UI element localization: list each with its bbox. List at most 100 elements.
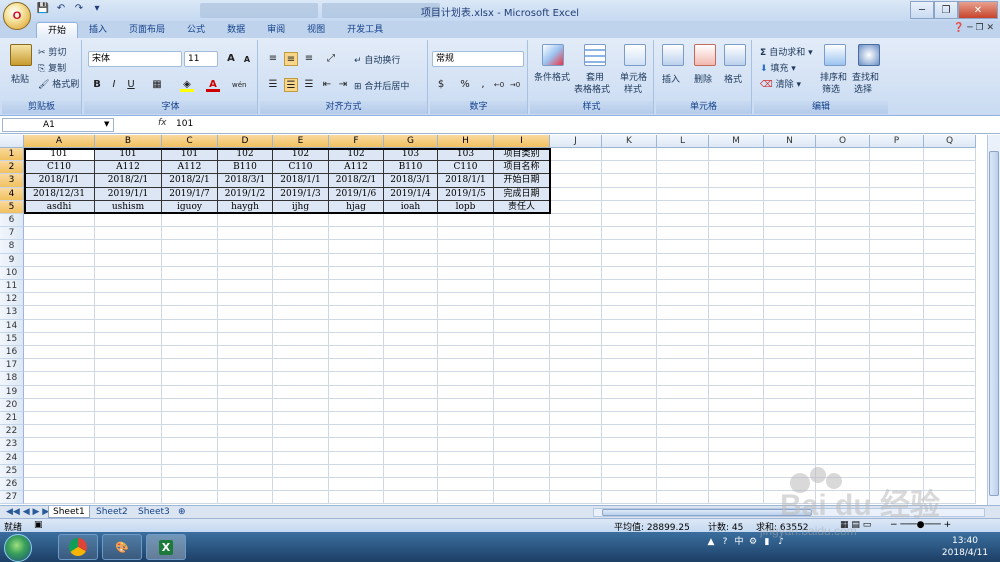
row-header[interactable]: 12 [0, 293, 24, 307]
cell-C21[interactable] [162, 412, 218, 426]
cell-I15[interactable] [494, 332, 550, 346]
cell-K21[interactable] [602, 412, 657, 426]
cell-A20[interactable] [24, 398, 95, 412]
cell-E22[interactable] [273, 425, 329, 439]
cut-button[interactable]: ✂ 剪切 [38, 45, 66, 58]
cell-A21[interactable] [24, 412, 95, 426]
cell-G25[interactable] [384, 464, 438, 478]
cell-G14[interactable] [384, 319, 438, 333]
cell-O10[interactable] [816, 266, 870, 280]
cell-P4[interactable] [870, 187, 924, 201]
cell-P9[interactable] [870, 253, 924, 267]
align-top-icon[interactable]: ≡ [266, 52, 280, 66]
cell-H25[interactable] [438, 464, 494, 478]
cell-B25[interactable] [95, 464, 162, 478]
ime-lang[interactable]: 中 [733, 536, 745, 548]
worksheet-grid[interactable]: ABCDEFGHIJKLMNOPQ 1 101 101 101 102 102 102 103… [0, 135, 987, 505]
cell-C25[interactable] [162, 464, 218, 478]
cell-N20[interactable] [764, 398, 816, 412]
cell-N17[interactable] [764, 359, 816, 373]
cell-F9[interactable] [329, 253, 384, 267]
cell-J12[interactable] [550, 293, 602, 307]
row-header[interactable]: 15 [0, 332, 24, 346]
sheet-tab-3[interactable]: Sheet3 [134, 506, 174, 518]
format-painter-button[interactable]: 🖌 格式刷 [38, 77, 79, 90]
copy-button[interactable]: ⎘ 复制 [38, 61, 66, 74]
delete-cells-icon[interactable] [694, 44, 716, 66]
cell-K13[interactable] [602, 306, 657, 320]
cell-Q7[interactable] [924, 227, 976, 241]
cell-G19[interactable] [384, 385, 438, 399]
clear-button[interactable]: ⌫ 清除 ▾ [760, 77, 801, 90]
cell-L14[interactable] [657, 319, 709, 333]
cell-O11[interactable] [816, 280, 870, 294]
cell-N10[interactable] [764, 266, 816, 280]
cell-L7[interactable] [657, 227, 709, 241]
cell-O27[interactable] [816, 491, 870, 505]
cell-B8[interactable] [95, 240, 162, 254]
cell-B7[interactable] [95, 227, 162, 241]
cell-F20[interactable] [329, 398, 384, 412]
cell-A19[interactable] [24, 385, 95, 399]
currency-icon[interactable]: $ [434, 78, 448, 92]
cell-N23[interactable] [764, 438, 816, 452]
table-format-button-2[interactable]: 表格格式 [574, 82, 610, 95]
cell-B16[interactable] [95, 346, 162, 360]
autosum-button[interactable]: Σ 自动求和 ▾ [760, 45, 813, 58]
cell-A6[interactable] [24, 214, 95, 228]
cell-D2[interactable]: B110 [218, 161, 273, 175]
row-header[interactable]: 13 [0, 306, 24, 320]
cell-O5[interactable] [816, 200, 870, 214]
cell-J25[interactable] [550, 464, 602, 478]
cell-D26[interactable] [218, 478, 273, 492]
cell-H9[interactable] [438, 253, 494, 267]
cell-L3[interactable] [657, 174, 709, 188]
cell-K4[interactable] [602, 187, 657, 201]
cell-O6[interactable] [816, 214, 870, 228]
cell-F14[interactable] [329, 319, 384, 333]
cell-J9[interactable] [550, 253, 602, 267]
office-button[interactable]: O [3, 2, 31, 30]
fill-color-icon[interactable]: ◈ [180, 78, 194, 92]
cell-D5[interactable]: haygh [218, 200, 273, 214]
name-box[interactable]: A1 [2, 118, 114, 132]
cell-D20[interactable] [218, 398, 273, 412]
cell-E7[interactable] [273, 227, 329, 241]
underline-button[interactable]: U [124, 78, 138, 92]
cell-N22[interactable] [764, 425, 816, 439]
cell-D11[interactable] [218, 280, 273, 294]
cell-E25[interactable] [273, 464, 329, 478]
cell-O17[interactable] [816, 359, 870, 373]
cell-P6[interactable] [870, 214, 924, 228]
cell-I19[interactable] [494, 385, 550, 399]
cell-D1[interactable]: 102 [218, 148, 273, 162]
cell-H15[interactable] [438, 332, 494, 346]
cell-N15[interactable] [764, 332, 816, 346]
cell-C6[interactable] [162, 214, 218, 228]
column-header-P[interactable]: P [870, 135, 924, 148]
cell-C27[interactable] [162, 491, 218, 505]
italic-button[interactable]: I [107, 78, 121, 92]
cell-D13[interactable] [218, 306, 273, 320]
cell-A13[interactable] [24, 306, 95, 320]
cell-E27[interactable] [273, 491, 329, 505]
row-header[interactable]: 2 [0, 161, 24, 175]
cell-F7[interactable] [329, 227, 384, 241]
cell-J22[interactable] [550, 425, 602, 439]
view-buttons[interactable]: ▦ ▤ ▭ [840, 520, 871, 530]
cell-J13[interactable] [550, 306, 602, 320]
cell-M18[interactable] [709, 372, 764, 386]
cell-D10[interactable] [218, 266, 273, 280]
cell-H19[interactable] [438, 385, 494, 399]
cell-L22[interactable] [657, 425, 709, 439]
cell-I9[interactable] [494, 253, 550, 267]
cell-P5[interactable] [870, 200, 924, 214]
cell-G9[interactable] [384, 253, 438, 267]
cell-P1[interactable] [870, 148, 924, 162]
cell-I23[interactable] [494, 438, 550, 452]
cell-A17[interactable] [24, 359, 95, 373]
row-header[interactable]: 19 [0, 385, 24, 399]
cell-G18[interactable] [384, 372, 438, 386]
cell-M3[interactable] [709, 174, 764, 188]
cell-B3[interactable]: 2018/2/1 [95, 174, 162, 188]
